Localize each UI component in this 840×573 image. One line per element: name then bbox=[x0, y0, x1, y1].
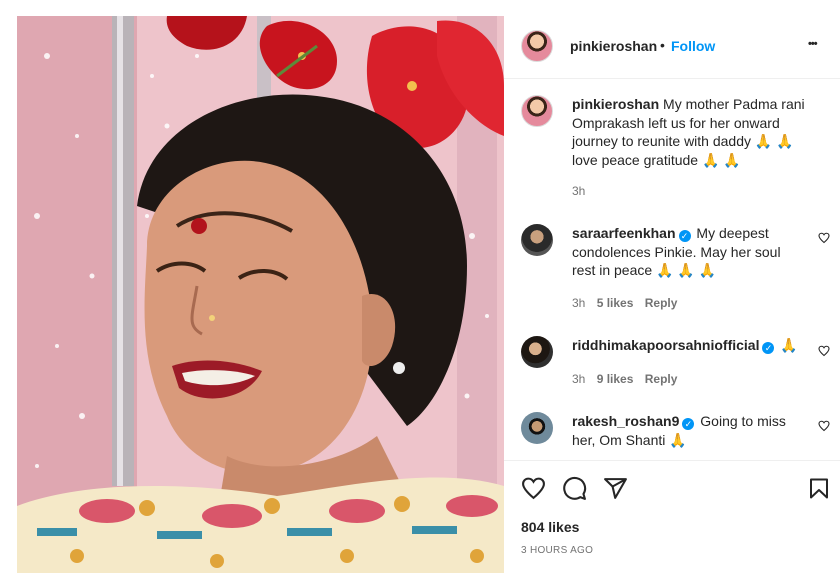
comment-time: 3h bbox=[572, 296, 586, 310]
comment-meta: 3h 9 likes Reply bbox=[572, 372, 677, 386]
comment-bubble-icon[interactable] bbox=[562, 476, 587, 506]
caption-time: 3h bbox=[572, 184, 586, 198]
comment-username[interactable]: saraarfeenkhan bbox=[572, 225, 676, 241]
portrait-image bbox=[17, 16, 504, 573]
comment-likes-count[interactable]: 9 likes bbox=[597, 372, 634, 386]
comment-avatar[interactable] bbox=[521, 224, 553, 256]
comment-item: riddhimakapoorsahniofficial ✓ 🙏 bbox=[572, 336, 812, 355]
post-photo[interactable] bbox=[17, 16, 504, 573]
follow-button[interactable]: Follow bbox=[671, 38, 715, 54]
comment-reply-button[interactable]: Reply bbox=[645, 372, 678, 386]
caption-avatar[interactable] bbox=[521, 95, 553, 127]
comment-meta: 3h 5 likes Reply bbox=[572, 296, 677, 310]
comment-item: rakesh_roshan9 ✓ Going to miss her, Om Sh… bbox=[572, 412, 804, 449]
comment-username[interactable]: riddhimakapoorsahniofficial bbox=[572, 337, 759, 353]
share-paper-plane-icon[interactable] bbox=[603, 476, 628, 506]
post-details-panel: pinkieroshan • Follow ••• pinkieroshan M… bbox=[504, 16, 840, 573]
comment-like-heart-icon[interactable] bbox=[818, 345, 830, 357]
comment-username[interactable]: rakesh_roshan9 bbox=[572, 413, 679, 429]
actions-divider bbox=[504, 460, 840, 461]
verified-badge-icon: ✓ bbox=[678, 230, 691, 242]
header-separator: • bbox=[660, 37, 665, 53]
like-heart-icon[interactable] bbox=[521, 476, 546, 506]
verified-badge-icon: ✓ bbox=[762, 342, 775, 354]
comment-reply-button[interactable]: Reply bbox=[645, 296, 678, 310]
comment-avatar[interactable] bbox=[521, 336, 553, 368]
more-options-icon[interactable]: ••• bbox=[808, 38, 818, 50]
verified-badge-icon: ✓ bbox=[682, 418, 695, 430]
comment-item: saraarfeenkhan ✓ My deepest condolences P… bbox=[572, 224, 804, 280]
header-divider bbox=[504, 78, 840, 79]
comment-like-heart-icon[interactable] bbox=[818, 420, 830, 432]
comment-like-heart-icon[interactable] bbox=[818, 232, 830, 244]
author-avatar[interactable] bbox=[521, 30, 553, 62]
post-timestamp[interactable]: 3 HOURS AGO bbox=[521, 545, 593, 556]
comment-text: 🙏 bbox=[780, 337, 798, 353]
save-bookmark-icon[interactable] bbox=[807, 476, 831, 506]
caption-block: pinkieroshan My mother Padma rani Omprak… bbox=[572, 95, 822, 169]
comment-likes-count[interactable]: 5 likes bbox=[597, 296, 634, 310]
header-username[interactable]: pinkieroshan bbox=[570, 38, 657, 54]
likes-count[interactable]: 804 likes bbox=[521, 519, 579, 535]
comment-time: 3h bbox=[572, 372, 586, 386]
caption-username[interactable]: pinkieroshan bbox=[572, 96, 659, 112]
comment-avatar[interactable] bbox=[521, 412, 553, 444]
